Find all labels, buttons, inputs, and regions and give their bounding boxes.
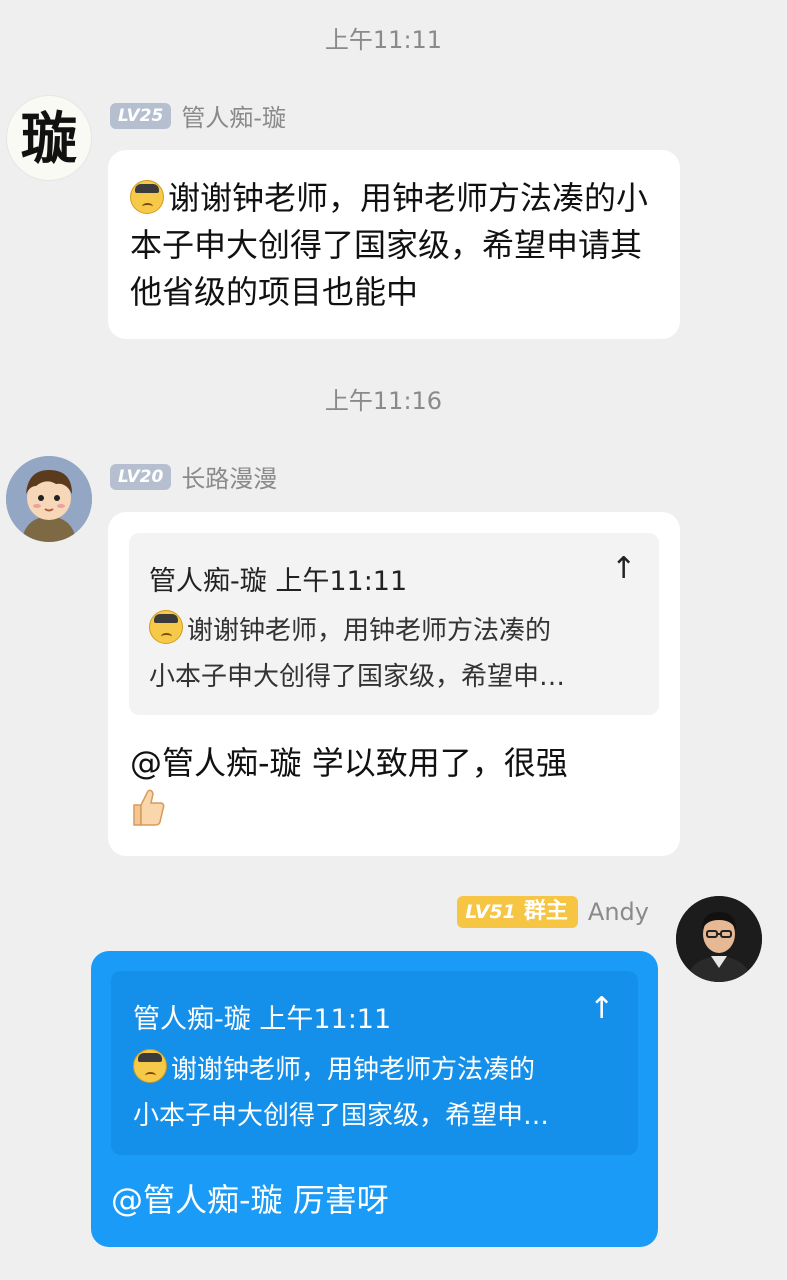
- emoji-icon: [130, 180, 164, 214]
- quote-time: 上午11:11: [259, 1004, 392, 1035]
- level-badge: LV25: [110, 102, 172, 129]
- message-text: @管人痴-璇 学以致用了，很强: [130, 740, 660, 840]
- sender-name[interactable]: Andy: [588, 898, 649, 926]
- sender-name[interactable]: 长路漫漫: [181, 459, 277, 494]
- quoted-message[interactable]: 管人痴-璇 上午11:11 ↑ 谢谢钟老师，用钟老师方法凑的 小本子申大创得了国…: [129, 533, 659, 715]
- message-bubble[interactable]: 管人痴-璇 上午11:11 ↑ 谢谢钟老师，用钟老师方法凑的 小本子申大创得了国…: [91, 951, 658, 1247]
- avatar-calligraphy: 璇: [21, 106, 77, 172]
- jump-to-quote-icon[interactable]: ↑: [589, 991, 614, 1026]
- sender-meta: LV20 长路漫漫: [110, 459, 277, 494]
- sender-meta: LV51 群主 Andy: [457, 896, 649, 928]
- quote-text: 谢谢钟老师，用钟老师方法凑的 小本子申大创得了国家级，希望申…: [149, 608, 649, 700]
- profile-photo-icon: [676, 896, 762, 982]
- quote-header: 管人痴-璇 上午11:11: [149, 559, 407, 598]
- emoji-icon: [133, 1049, 167, 1083]
- level-badge: LV20: [110, 463, 172, 490]
- message-text: @管人痴-璇 厉害呀: [111, 1181, 389, 1219]
- avatar[interactable]: [676, 896, 762, 982]
- level-badge: LV51: [465, 901, 516, 923]
- quoted-message[interactable]: 管人痴-璇 上午11:11 ↑ 谢谢钟老师，用钟老师方法凑的 小本子申大创得了国…: [111, 971, 638, 1155]
- message-bubble[interactable]: 谢谢钟老师，用钟老师方法凑的小本子申大创得了国家级，希望申请其他省级的项目也能中: [108, 150, 680, 339]
- sender-meta: LV25 管人痴-璇: [110, 98, 286, 133]
- timestamp: 上午11:16: [324, 387, 443, 415]
- role-label: 群主: [523, 899, 568, 924]
- emoji-icon: [149, 610, 183, 644]
- cartoon-avatar-icon: [6, 456, 92, 542]
- quote-author: 管人痴-璇: [149, 566, 267, 597]
- sender-name[interactable]: 管人痴-璇: [181, 98, 286, 133]
- owner-badge: LV51 群主: [457, 896, 578, 928]
- message-bubble[interactable]: 管人痴-璇 上午11:11 ↑ 谢谢钟老师，用钟老师方法凑的 小本子申大创得了国…: [108, 512, 680, 856]
- timestamp: 上午11:11: [324, 26, 443, 54]
- quote-header: 管人痴-璇 上午11:11: [133, 997, 391, 1036]
- quote-author: 管人痴-璇: [133, 1004, 251, 1035]
- quote-text: 谢谢钟老师，用钟老师方法凑的 小本子申大创得了国家级，希望申…: [133, 1047, 628, 1139]
- jump-to-quote-icon[interactable]: ↑: [611, 551, 636, 586]
- quote-time: 上午11:11: [275, 566, 408, 597]
- avatar[interactable]: 璇: [6, 95, 92, 181]
- thumbs-up-icon: [130, 787, 166, 840]
- message-text: 谢谢钟老师，用钟老师方法凑的小本子申大创得了国家级，希望申请其他省级的项目也能中: [130, 179, 649, 311]
- avatar[interactable]: [6, 456, 92, 542]
